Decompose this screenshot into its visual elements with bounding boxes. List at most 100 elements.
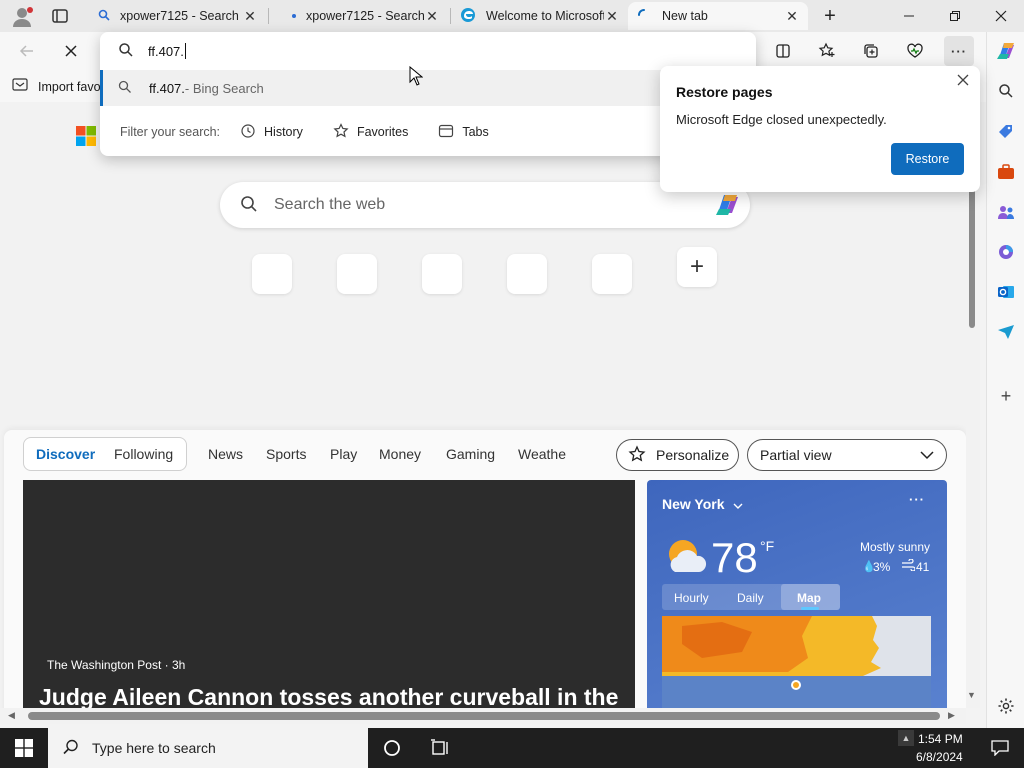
weather-location[interactable]: New York: [662, 496, 725, 512]
back-button[interactable]: [12, 36, 42, 66]
favorites-star-icon[interactable]: [812, 36, 842, 66]
search-icon: [98, 9, 110, 24]
page-scrollbar[interactable]: ▼: [966, 102, 980, 708]
search-icon: [62, 738, 80, 759]
microsoft365-icon[interactable]: [987, 236, 1024, 268]
feed-tab-play[interactable]: Play: [330, 446, 357, 462]
edge-logo-icon: [460, 7, 476, 26]
weather-tab-daily[interactable]: Daily: [737, 591, 764, 605]
clock-time[interactable]: 1:54 PM: [918, 732, 963, 746]
clock-date[interactable]: 6/8/2024: [916, 750, 963, 764]
windows-start-button[interactable]: [0, 728, 48, 768]
suggestion-item[interactable]: ff.407. - Bing Search: [100, 70, 756, 106]
quick-link-tile[interactable]: [422, 254, 462, 294]
close-tab-icon[interactable]: ✕: [604, 8, 620, 25]
outlook-icon[interactable]: [987, 276, 1024, 308]
feed-panel: Discover Following News Sports Play Mone…: [4, 430, 966, 708]
new-tab-page: Search the web + Discover Following News…: [0, 90, 974, 708]
address-bar-dropdown: ff.407. ff.407. - Bing Search Filter you…: [100, 32, 756, 156]
notification-chevron-icon[interactable]: ▲: [898, 730, 914, 746]
close-icon[interactable]: [956, 73, 970, 90]
taskbar-search-box[interactable]: Type here to search: [48, 728, 368, 768]
drop-send-icon[interactable]: [987, 316, 1024, 348]
scroll-down-arrow[interactable]: ▼: [967, 690, 976, 700]
search-icon[interactable]: [987, 75, 1024, 107]
profile-icon[interactable]: [10, 5, 34, 29]
weather-tab-map[interactable]: Map: [797, 591, 821, 605]
sparkle-star-icon: [628, 444, 646, 466]
task-view-icon[interactable]: [420, 728, 460, 768]
close-window-button[interactable]: [978, 0, 1024, 32]
split-screen-button[interactable]: [768, 36, 798, 66]
top-story-card[interactable]: The Washington Post · 3h Judge Aileen Ca…: [23, 480, 635, 708]
add-shortcut-button[interactable]: +: [677, 247, 717, 287]
weather-temperature: 78: [711, 534, 758, 581]
action-center-icon[interactable]: [980, 728, 1020, 768]
feed-tab-money[interactable]: Money: [379, 446, 421, 462]
tab-2[interactable]: xpower7125 - Search ✕: [272, 2, 448, 30]
import-favorites-button[interactable]: Import favo: [12, 77, 101, 96]
chevron-down-icon[interactable]: [733, 499, 743, 514]
new-tab-button[interactable]: +: [818, 4, 842, 28]
weather-map[interactable]: [662, 616, 931, 708]
tab-4[interactable]: New tab ✕: [628, 2, 808, 30]
horizontal-scrollbar-thumb[interactable]: [28, 712, 940, 720]
weather-condition: Mostly sunny: [860, 540, 931, 554]
weather-card[interactable]: New York ··· 78 °F Mostly sunny 💧 3% 41 …: [647, 480, 947, 708]
weather-tab-hourly[interactable]: Hourly: [674, 591, 709, 605]
close-tab-icon[interactable]: ✕: [242, 8, 258, 25]
restore-button[interactable]: Restore: [891, 143, 964, 175]
quick-link-tile[interactable]: [252, 254, 292, 294]
article-headline: Judge Aileen Cannon tosses another curve…: [39, 684, 619, 708]
cortana-icon[interactable]: [372, 728, 412, 768]
close-tab-icon[interactable]: ✕: [424, 8, 440, 25]
close-tab-icon[interactable]: ✕: [784, 8, 800, 25]
weather-more-icon[interactable]: ···: [909, 492, 925, 507]
shopping-tag-icon[interactable]: [987, 116, 1024, 148]
feed-tab-news[interactable]: News: [208, 446, 243, 462]
stop-button[interactable]: [56, 36, 86, 66]
quick-link-tile[interactable]: [592, 254, 632, 294]
quick-link-tile[interactable]: [507, 254, 547, 294]
feed-tab-following[interactable]: Following: [114, 446, 173, 462]
personalize-label: Personalize: [656, 447, 730, 463]
add-sidebar-app-button[interactable]: +: [987, 380, 1024, 412]
feed-tab-gaming[interactable]: Gaming: [446, 446, 495, 462]
address-input[interactable]: ff.407.: [148, 44, 184, 59]
browser-essentials-icon[interactable]: [900, 36, 930, 66]
tab-1[interactable]: xpower7125 - Search ✕: [90, 2, 266, 30]
filter-tabs-button[interactable]: Tabs: [438, 123, 489, 142]
tab-actions-icon[interactable]: [50, 7, 70, 25]
restore-button-label: Restore: [905, 152, 950, 166]
tab-3[interactable]: Welcome to Microsoft ✕: [452, 2, 628, 30]
scroll-right-arrow[interactable]: ▶: [948, 710, 955, 721]
view-mode-select[interactable]: Partial view: [747, 439, 947, 471]
games-people-icon[interactable]: [987, 196, 1024, 228]
copilot-icon[interactable]: [712, 191, 742, 222]
restore-title: Restore pages: [676, 84, 773, 100]
feed-tab-sports[interactable]: Sports: [266, 446, 306, 462]
more-options-icon[interactable]: ···: [944, 36, 974, 66]
copilot-sidebar-icon[interactable]: [987, 35, 1024, 67]
restore-window-button[interactable]: [932, 0, 978, 32]
filter-history-button[interactable]: History: [240, 123, 303, 142]
precipitation-value: 3%: [873, 560, 891, 574]
personalize-button[interactable]: Personalize: [616, 439, 739, 471]
search-icon: [118, 42, 134, 61]
address-bar[interactable]: ff.407.: [100, 32, 756, 70]
filter-favorites-button[interactable]: Favorites: [333, 122, 408, 142]
sidebar-settings-icon[interactable]: [987, 690, 1024, 722]
scrollbar-thumb[interactable]: [969, 188, 975, 328]
tools-briefcase-icon[interactable]: [987, 156, 1024, 188]
history-icon: [240, 123, 256, 142]
feed-tab-weather[interactable]: Weathe: [518, 446, 566, 462]
scroll-left-arrow[interactable]: ◀: [8, 710, 15, 721]
restore-message: Microsoft Edge closed unexpectedly.: [676, 112, 887, 127]
horizontal-scrollbar[interactable]: ◀ ▶: [0, 708, 966, 724]
collections-icon[interactable]: [856, 36, 886, 66]
minimize-button[interactable]: [886, 0, 932, 32]
quick-link-tile[interactable]: [337, 254, 377, 294]
partly-sunny-icon: [663, 536, 709, 579]
feed-tab-discover[interactable]: Discover: [36, 446, 95, 462]
search-icon: [240, 195, 258, 216]
